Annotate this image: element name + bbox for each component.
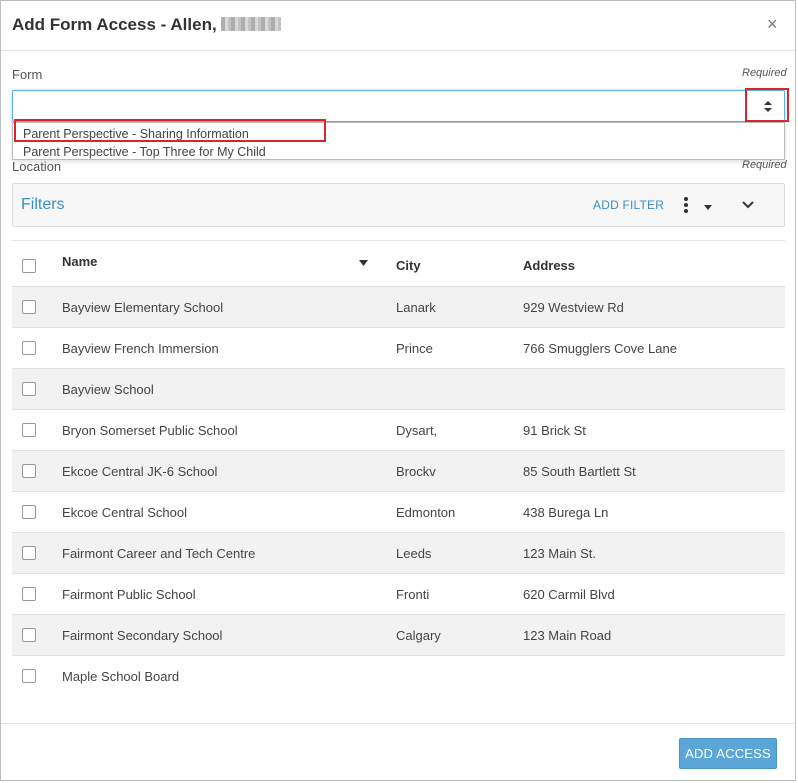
cell-city: Leeds — [396, 546, 432, 561]
cell-name: Fairmont Career and Tech Centre — [62, 546, 256, 561]
cell-name: Maple School Board — [62, 669, 180, 684]
cell-name: Fairmont Secondary School — [62, 628, 223, 643]
add-filter-button[interactable]: ADD FILTER — [593, 198, 664, 212]
row-checkbox[interactable] — [22, 382, 36, 396]
table-row[interactable]: Fairmont Career and Tech Centre Leeds 12… — [12, 533, 785, 574]
table-row[interactable]: Fairmont Public School Fronti 620 Carmil… — [12, 574, 785, 615]
row-checkbox[interactable] — [22, 587, 36, 601]
dialog-title-text: Add Form Access - Allen, — [12, 15, 217, 34]
table-row[interactable]: Bryon Somerset Public School Dysart, 91 … — [12, 410, 785, 451]
cell-city: Dysart, — [396, 423, 438, 438]
dialog-header: Add Form Access - Allen, × — [1, 1, 795, 51]
form-field-label: Form — [12, 67, 43, 82]
table-row[interactable]: Fairmont Secondary School Calgary 123 Ma… — [12, 615, 785, 656]
cell-address: 123 Main Road — [523, 628, 612, 643]
row-checkbox[interactable] — [22, 423, 36, 437]
cell-address: 620 Carmil Blvd — [523, 587, 615, 602]
filters-title: Filters — [21, 196, 65, 213]
redacted-name — [220, 17, 281, 31]
cell-city: Brockv — [396, 464, 436, 479]
table-row[interactable]: Bayview Elementary School Lanark 929 Wes… — [12, 287, 785, 328]
footer-divider — [1, 723, 795, 724]
cell-name: Ekcoe Central School — [62, 505, 188, 520]
location-field-label: Location — [12, 159, 62, 174]
row-checkbox[interactable] — [22, 628, 36, 642]
cell-city: Edmonton — [396, 505, 456, 520]
location-required-label: Required — [742, 159, 787, 171]
cell-address: 123 Main St. — [523, 546, 596, 561]
row-checkbox[interactable] — [22, 300, 36, 314]
filters-bar: Filters ADD FILTER — [12, 183, 785, 227]
cell-name: Bayview School — [62, 382, 154, 397]
cell-name: Bayview French Immersion — [62, 341, 219, 356]
cell-address: 929 Westview Rd — [523, 300, 624, 315]
cell-address: 438 Burega Ln — [523, 505, 609, 520]
close-icon[interactable]: × — [767, 14, 778, 34]
cell-address: 85 South Bartlett St — [523, 464, 636, 479]
sort-caret-down-icon[interactable] — [359, 260, 368, 266]
caret-down-icon[interactable] — [704, 205, 712, 210]
cell-address: 91 Brick St — [523, 423, 586, 438]
row-checkbox[interactable] — [22, 341, 36, 355]
select-all-checkbox[interactable] — [22, 259, 36, 273]
column-header-address[interactable]: Address — [523, 258, 575, 273]
form-select-toggle[interactable] — [745, 88, 789, 122]
dialog-title: Add Form Access - Allen, — [12, 15, 281, 35]
row-checkbox[interactable] — [22, 464, 36, 478]
sort-updown-icon — [764, 101, 772, 112]
add-access-button[interactable]: ADD ACCESS — [679, 738, 777, 769]
table-row[interactable]: Ekcoe Central JK-6 School Brockv 85 Sout… — [12, 451, 785, 492]
add-form-access-dialog: Add Form Access - Allen, × Form Required… — [0, 0, 796, 781]
cell-name: Bryon Somerset Public School — [62, 423, 238, 438]
column-header-name[interactable]: Name — [62, 254, 97, 269]
cell-city: Prince — [396, 341, 433, 356]
cell-address: 766 Smugglers Cove Lane — [523, 341, 677, 356]
kebab-menu-icon[interactable] — [683, 196, 689, 214]
form-required-label: Required — [742, 67, 787, 79]
row-checkbox[interactable] — [22, 669, 36, 683]
cell-name: Bayview Elementary School — [62, 300, 224, 315]
row-checkbox[interactable] — [22, 546, 36, 560]
column-header-city[interactable]: City — [396, 258, 421, 273]
row-checkbox[interactable] — [22, 505, 36, 519]
form-option-top-three[interactable]: Parent Perspective - Top Three for My Ch… — [23, 145, 266, 159]
option-highlight-box — [14, 119, 326, 142]
table-row[interactable]: Bayview School — [12, 369, 785, 410]
table-header: Name City Address — [12, 241, 785, 287]
cell-city: Calgary — [396, 628, 441, 643]
chevron-down-icon[interactable] — [742, 201, 754, 209]
table-row[interactable]: Bayview French Immersion Prince 766 Smug… — [12, 328, 785, 369]
cell-city: Fronti — [396, 587, 430, 602]
table-row[interactable]: Maple School Board — [12, 656, 785, 697]
cell-name: Fairmont Public School — [62, 587, 196, 602]
cell-name: Ekcoe Central JK-6 School — [62, 464, 218, 479]
cell-city: Lanark — [396, 300, 436, 315]
form-select[interactable] — [12, 90, 785, 122]
table-row[interactable]: Ekcoe Central School Edmonton 438 Burega… — [12, 492, 785, 533]
